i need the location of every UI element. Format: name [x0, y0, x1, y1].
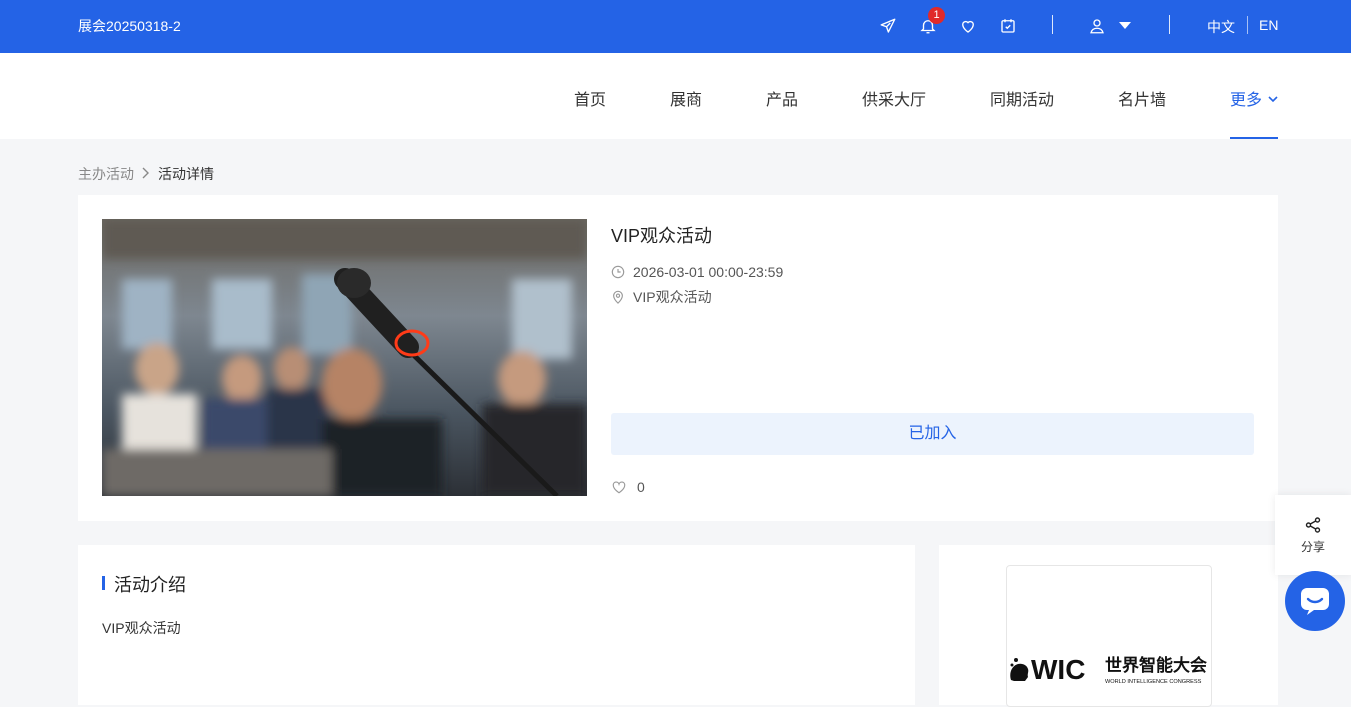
share-button[interactable]: 分享 — [1275, 495, 1351, 575]
event-datetime: 2026-03-01 00:00-23:59 — [633, 264, 784, 280]
organizer-logo[interactable]: WIC 世界智能大会 WORLD INTELLIGENCE CONGRESS — [1006, 565, 1212, 707]
nav-more-label: 更多 — [1230, 92, 1263, 109]
user-icon[interactable] — [1086, 15, 1108, 37]
location-pin-icon — [613, 290, 623, 304]
like-count: 0 — [637, 479, 645, 495]
share-label: 分享 — [1300, 540, 1325, 554]
notification-badge: 1 — [928, 7, 945, 24]
main-nav: 首页 展商 产品 供采大厅 同期活动 名片墙 更多 — [0, 53, 1351, 139]
event-card: VIP观众活动 2026-03-01 00:00-23:59 VIP观众活动 已… — [78, 195, 1278, 521]
nav-more[interactable]: 更多 — [1230, 86, 1279, 110]
nav-procurement-hall[interactable]: 供采大厅 — [862, 86, 926, 110]
breadcrumb-parent[interactable]: 主办活动 — [78, 164, 134, 184]
calendar-check-icon[interactable] — [997, 15, 1019, 37]
nav-card-wall[interactable]: 名片墙 — [1118, 86, 1166, 110]
logo-brand-text: WIC — [1031, 654, 1085, 685]
breadcrumb-current: 活动详情 — [158, 166, 214, 182]
logo-cn-text: 世界智能大会 — [1105, 655, 1207, 676]
nav-active-indicator — [1230, 137, 1278, 139]
event-cover-image — [102, 219, 587, 496]
topbar-divider — [1169, 15, 1170, 34]
nav-products[interactable]: 产品 — [766, 86, 798, 110]
lang-zh-button[interactable]: 中文 — [1207, 17, 1235, 37]
top-bar: 展会20250318-2 1 中文 EN — [0, 0, 1351, 53]
chevron-right-icon — [142, 167, 149, 179]
logo-en-text: WORLD INTELLIGENCE CONGRESS — [1105, 679, 1202, 685]
chevron-down-icon — [1268, 96, 1279, 103]
intro-heading: 活动介绍 — [114, 575, 186, 595]
lang-en-button[interactable]: EN — [1259, 17, 1278, 33]
clock-icon — [611, 265, 625, 279]
heart-icon[interactable] — [611, 480, 627, 494]
event-location-row: VIP观众活动 — [611, 287, 712, 307]
event-location: VIP观众活动 — [633, 289, 712, 305]
intro-body: VIP观众活动 — [102, 620, 181, 636]
nav-concurrent-events[interactable]: 同期活动 — [990, 86, 1054, 110]
event-time-row: 2026-03-01 00:00-23:59 — [611, 264, 783, 280]
heart-icon[interactable] — [957, 15, 979, 37]
send-icon[interactable] — [877, 15, 899, 37]
chat-button[interactable] — [1285, 571, 1345, 631]
topbar-divider — [1052, 15, 1053, 34]
joined-button[interactable]: 已加入 — [611, 413, 1254, 455]
expo-title: 展会20250318-2 — [78, 18, 181, 34]
chat-icon — [1301, 588, 1329, 615]
nav-exhibitors[interactable]: 展商 — [670, 86, 702, 110]
intro-card: 活动介绍 VIP观众活动 — [78, 545, 915, 705]
organizer-card: WIC 世界智能大会 WORLD INTELLIGENCE CONGRESS — [939, 545, 1278, 707]
nav-home[interactable]: 首页 — [574, 86, 606, 110]
like-row: 0 — [611, 479, 645, 495]
caret-down-icon[interactable] — [1114, 15, 1136, 37]
share-icon — [1305, 517, 1321, 533]
event-title: VIP观众活动 — [611, 226, 713, 246]
lang-divider — [1247, 16, 1248, 34]
section-accent-bar — [102, 576, 105, 590]
wic-logo-icon: WIC 世界智能大会 WORLD INTELLIGENCE CONGRESS — [1010, 654, 1207, 685]
